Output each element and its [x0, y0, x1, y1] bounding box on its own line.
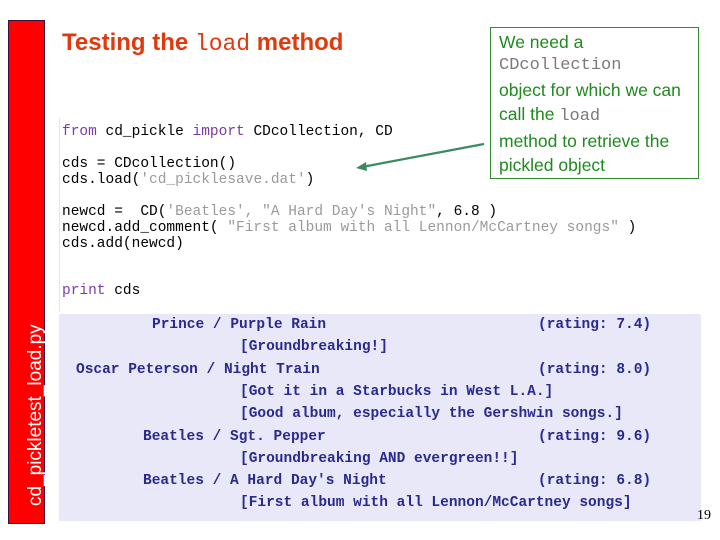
code-line-print: print cds [62, 283, 140, 299]
code-text: cds [105, 283, 141, 299]
code-line-newcd: newcd = CD('Beatles', "A Hard Day's Nigh… [62, 204, 497, 220]
output-rating: (rating: 7.4) [538, 317, 652, 333]
keyword-import: import [192, 124, 245, 140]
code-line-create-collection: cds = CDcollection() [62, 156, 237, 172]
output-artist: Beatles [143, 473, 204, 489]
output-comment: [Groundbreaking AND evergreen!!] [240, 451, 519, 467]
output-comment: [Groundbreaking!] [240, 339, 388, 355]
keyword-print: print [62, 283, 106, 299]
output-title: Purple Rain [230, 317, 327, 333]
callout-text-1: We need a [499, 32, 584, 52]
arrow-head-icon [356, 162, 367, 171]
code-line-import: from cd_pickle import CDcollection, CD [62, 124, 393, 140]
title-suffix: method [250, 29, 344, 56]
code-text: newcd = CD( [62, 204, 167, 220]
arrow-line [361, 142, 485, 169]
callout-line-2: object for which we can call the load [499, 78, 690, 129]
output-rating: (rating: 8.0) [538, 362, 652, 378]
output-comment: [Got it in a Starbucks in West L.A.] [240, 384, 554, 400]
title-prefix: Testing the [62, 29, 195, 56]
code-string: "First album with all Lennon/McCartney s… [227, 220, 619, 236]
code-line-add-comment: newcd.add_comment( "First album with all… [62, 220, 636, 236]
callout-code-2: load [559, 107, 601, 126]
code-text: ) [305, 172, 315, 188]
page-number: 19 [697, 508, 711, 523]
code-text: newcd.add_comment( [62, 220, 228, 236]
code-line-add: cds.add(newcd) [62, 236, 184, 252]
callout-text-3: method to retrieve the pickled object [499, 131, 670, 175]
callout-box: We need a CDcollection object for which … [490, 27, 699, 179]
output-title: Night Train [223, 362, 320, 378]
output-line: Beatles / A Hard Day's Night [143, 473, 387, 489]
output-artist: Oscar Peterson [76, 362, 198, 378]
code-string: 'Beatles', "A Hard Day's Night" [166, 204, 437, 220]
output-rating: (rating: 6.8) [538, 473, 652, 489]
code-line-load: cds.load('cd_picklesave.dat') [62, 172, 314, 188]
output-artist: Beatles [143, 429, 204, 445]
code-divider [59, 118, 60, 312]
output-comment: [Good album, especially the Gershwin son… [240, 406, 623, 422]
code-text: , 6.8 ) [436, 204, 498, 220]
output-rating: (rating: 9.6) [538, 429, 652, 445]
code-string: 'cd_picklesave.dat' [140, 172, 306, 188]
code-text: cd_pickle [96, 124, 193, 140]
output-line: Oscar Peterson / Night Train [76, 362, 320, 378]
output-title: Sgt. Pepper [230, 429, 326, 445]
code-text: ) [618, 220, 637, 236]
output-comment: [First album with all Lennon/McCartney s… [240, 495, 632, 511]
output-line: Beatles / Sgt. Pepper [143, 429, 326, 445]
sidebar-filename: cd_pickletest_load.py [25, 324, 46, 506]
output-artist: Prince [152, 317, 205, 333]
code-text: CDcollection, CD [244, 124, 393, 140]
code-text: cds.load( [62, 172, 141, 188]
slide-title: Testing the load method [62, 29, 344, 57]
callout-code-1: CDcollection [499, 56, 622, 75]
keyword-from: from [62, 124, 97, 140]
output-line: Prince / Purple Rain [152, 317, 327, 333]
title-code: load [194, 31, 251, 57]
output-title: A Hard Day's Night [230, 473, 387, 489]
